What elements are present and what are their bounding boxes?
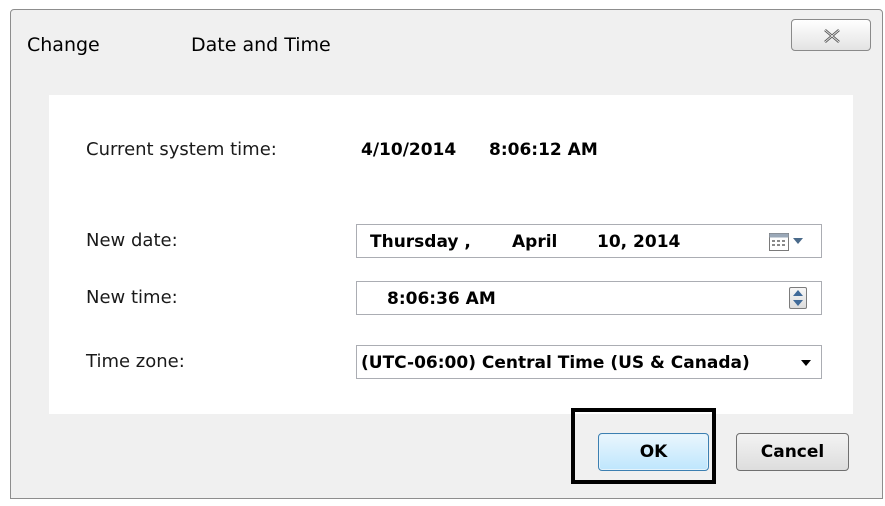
dialog-title-part1: Change [27,34,100,56]
new-time-label: New time: [86,287,178,308]
time-zone-label: Time zone: [86,351,185,372]
date-weekday[interactable]: Thursday , [370,232,471,252]
date-month[interactable]: April [512,232,557,252]
current-date-value: 4/10/2014 [361,140,457,160]
time-value[interactable]: 8:06:36 AM [387,289,496,309]
spinner-icon[interactable] [789,287,807,309]
chevron-down-icon[interactable] [801,360,811,366]
current-time-value: 8:06:12 AM [489,140,598,160]
content-panel: Current system time: 4/10/2014 8:06:12 A… [49,95,853,414]
spin-down-icon[interactable] [793,300,803,306]
cancel-button[interactable]: Cancel [736,433,849,471]
calendar-icon[interactable] [769,233,789,251]
new-date-picker[interactable]: Thursday , April 10, 2014 [356,224,822,258]
change-date-time-dialog: Change Date and Time Current system time… [10,9,883,499]
title-bar[interactable]: Change Date and Time [11,10,882,82]
date-day-year[interactable]: 10, 2014 [597,232,680,252]
spin-up-icon[interactable] [793,290,803,296]
close-icon [824,29,840,43]
time-zone-dropdown[interactable]: (UTC-06:00) Central Time (US & Canada) [356,345,822,379]
chevron-down-icon[interactable] [793,238,803,244]
time-zone-selected[interactable]: (UTC-06:00) Central Time (US & Canada) [361,353,750,373]
close-button[interactable] [791,19,871,51]
dialog-title-part2: Date and Time [191,34,331,56]
new-time-input[interactable]: 8:06:36 AM [356,281,822,315]
new-date-label: New date: [86,230,178,251]
ok-button[interactable]: OK [598,433,709,471]
current-time-label: Current system time: [86,139,277,160]
